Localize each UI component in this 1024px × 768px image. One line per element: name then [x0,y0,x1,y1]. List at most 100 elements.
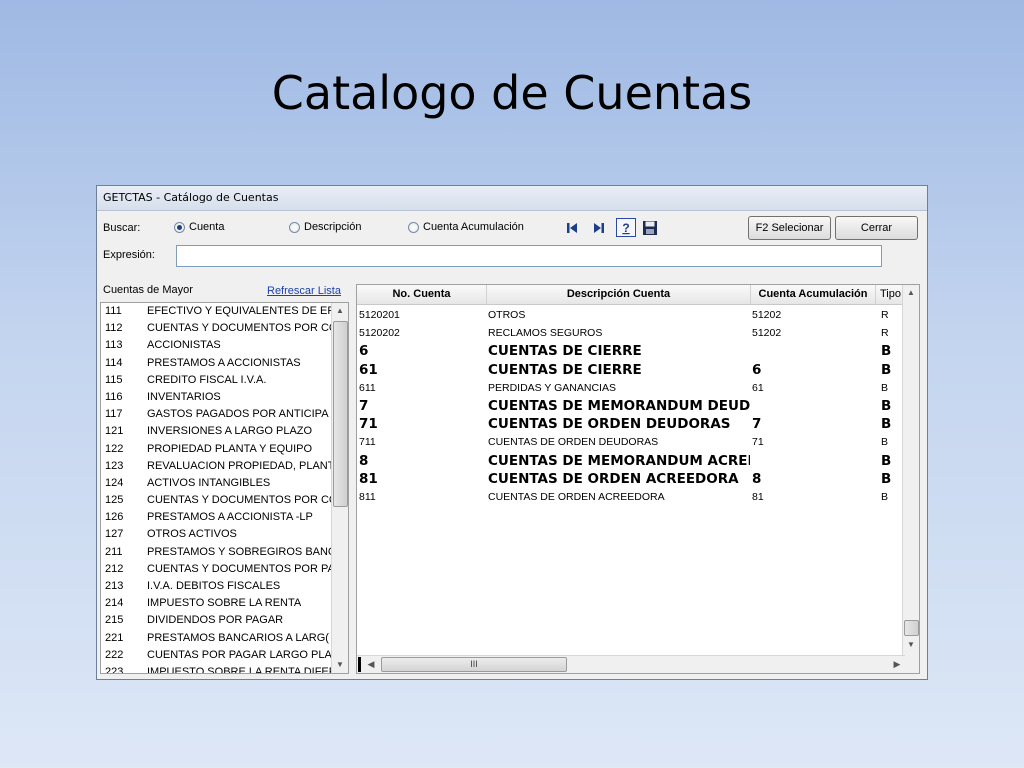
table-row[interactable]: 8 CUENTAS DE MEMORANDUM ACREEDO B [357,452,905,470]
table-row[interactable]: 71 CUENTAS DE ORDEN DEUDORAS 7 B [357,415,905,433]
first-record-icon[interactable] [564,220,580,236]
list-item-code: 123 [105,459,124,472]
list-item[interactable]: 126 PRESTAMOS A ACCIONISTA -LP [101,509,331,526]
list-item[interactable]: 214 IMPUESTO SOBRE LA RENTA [101,595,331,612]
list-item-name: PRESTAMOS Y SOBREGIROS BANC [147,545,331,558]
list-item-code: 124 [105,476,124,489]
radio-dot-icon [174,221,185,233]
list-item-name: I.V.A. DEBITOS FISCALES [147,580,281,592]
list-item-code: 114 [105,356,123,369]
radio-cuenta[interactable]: Cuenta [174,221,224,233]
col-header-cuenta[interactable]: No. Cuenta [357,285,487,304]
list-item[interactable]: 123 REVALUACION PROPIEDAD, PLANT [101,458,331,475]
scroll-down-icon[interactable]: ▼ [332,657,348,673]
table-row[interactable]: 81 CUENTAS DE ORDEN ACREEDORA 8 B [357,470,905,488]
list-item[interactable]: 114 PRESTAMOS A ACCIONISTAS [101,355,331,372]
table-row[interactable]: 5120202 RECLAMOS SEGUROS 51202 R [357,324,905,342]
cell-tipo: B [881,398,892,414]
list-scrollbar[interactable]: ▲ ▼ [331,303,348,673]
cell-cuenta: 611 [359,381,376,394]
list-item-name: CUENTAS Y DOCUMENTOS POR PA [147,562,331,575]
cell-acum: 51202 [752,309,782,321]
help-icon[interactable]: ? [616,218,636,237]
table-row[interactable]: 7 CUENTAS DE MEMORANDUM DEUDORA B [357,397,905,415]
grid-scroll-thumb[interactable] [904,620,919,636]
list-item[interactable]: 211 PRESTAMOS Y SOBREGIROS BANC [101,544,331,561]
cell-cuenta: 7 [359,398,369,414]
list-item[interactable]: 122 PROPIEDAD PLANTA Y EQUIPO [101,441,331,458]
list-item[interactable]: 115 CREDITO FISCAL I.V.A. [101,372,331,389]
list-item[interactable]: 125 CUENTAS Y DOCUMENTOS POR CC [101,492,331,509]
list-item-name: PRESTAMOS A ACCIONISTA -LP [147,511,313,524]
table-row[interactable]: 6 CUENTAS DE CIERRE B [357,342,905,360]
radio-descripcion[interactable]: Descripción [289,221,361,233]
scroll-thumb[interactable] [333,321,348,507]
table-row[interactable]: 61 CUENTAS DE CIERRE 6 B [357,361,905,379]
col-header-acumulacion[interactable]: Cuenta Acumulación [751,285,876,304]
scroll-left-icon[interactable]: ◀ [363,656,379,672]
list-item[interactable]: 113 ACCIONISTAS [101,337,331,354]
buscar-label: Buscar: [103,222,141,234]
table-row[interactable]: 5120201 OTROS 51202 R [357,306,905,324]
grid-caret [358,657,361,672]
cell-tipo: B [881,361,892,378]
accounts-grid[interactable]: No. Cuenta Descripción Cuenta Cuenta Acu… [356,284,920,674]
list-item[interactable]: 117 GASTOS PAGADOS POR ANTICIPA [101,406,331,423]
scroll-right-icon[interactable]: ▶ [889,656,905,672]
window-title: GETCTAS - Catálogo de Cuentas [97,186,927,211]
list-item[interactable]: 112 CUENTAS Y DOCUMENTOS POR CC [101,320,331,337]
col-header-tipo[interactable]: Tipo [876,285,905,304]
list-item[interactable]: 121 INVERSIONES A LARGO PLAZO [101,423,331,440]
cell-cuenta: 711 [359,436,376,449]
list-item-code: 211 [105,545,123,558]
list-item-code: 127 [105,528,124,541]
hscroll-thumb[interactable]: III [381,657,567,672]
slide-title: Catalogo de Cuentas [271,66,753,120]
cell-desc: CUENTAS DE MEMORANDUM DEUDORA [488,398,750,414]
left-panel-header: Cuentas de Mayor [103,284,193,296]
cell-desc: CUENTAS DE ORDEN ACREEDORA [488,491,665,503]
list-item[interactable]: 116 INVENTARIOS [101,389,331,406]
last-record-icon[interactable] [591,220,607,236]
table-row[interactable]: 811 CUENTAS DE ORDEN ACREEDORA 81 B [357,488,905,506]
list-item-name: OTROS ACTIVOS [147,528,237,541]
list-item-code: 223 [105,665,124,674]
expresion-input[interactable] [176,245,882,267]
list-item[interactable]: 111 EFECTIVO Y EQUIVALENTES DE EFI [101,303,331,320]
radio-cuenta-acumulacion[interactable]: Cuenta Acumulación [408,221,524,233]
cell-desc: CUENTAS DE ORDEN DEUDORAS [488,436,659,449]
list-item-name: CUENTAS POR PAGAR LARGO PLA [147,648,331,661]
grid-hscrollbar[interactable]: ◀ III ▶ [357,655,905,673]
radio-descripcion-label: Descripción [304,221,362,233]
select-button[interactable]: F2 Selecionar [748,216,831,240]
scroll-up-icon[interactable]: ▲ [332,303,348,319]
accounts-list[interactable]: 111 EFECTIVO Y EQUIVALENTES DE EFI 112 CUEN… [100,302,349,674]
refresh-list-link[interactable]: Refrescar Lista [267,285,341,297]
list-item[interactable]: 127 OTROS ACTIVOS [101,526,331,543]
list-item-name: DIVIDENDOS POR PAGAR [147,614,284,627]
grid-scrollbar[interactable]: ▲ ▼ [902,285,919,673]
list-item-code: 215 [105,614,124,627]
list-item-name: CUENTAS Y DOCUMENTOS POR CC [147,494,331,507]
list-item[interactable]: 221 PRESTAMOS BANCARIOS A LARG( [101,630,331,647]
list-item[interactable]: 222 CUENTAS POR PAGAR LARGO PLA [101,647,331,664]
list-item-name: EFECTIVO Y EQUIVALENTES DE EFI [147,305,331,317]
list-item[interactable]: 212 CUENTAS Y DOCUMENTOS POR PA [101,561,331,578]
list-item[interactable]: 215 DIVIDENDOS POR PAGAR [101,612,331,629]
list-item[interactable]: 223 IMPUESTO SOBRE LA RENTA DIFER [101,664,331,674]
table-row[interactable]: 611 PERDIDAS Y GANANCIAS 61 B [357,379,905,397]
cell-desc: CUENTAS DE CIERRE [488,361,642,378]
grid-header: No. Cuenta Descripción Cuenta Cuenta Acu… [357,285,905,305]
col-header-descripcion[interactable]: Descripción Cuenta [487,285,751,304]
grid-scroll-down-icon[interactable]: ▼ [903,637,919,653]
close-button[interactable]: Cerrar [835,216,918,240]
table-row[interactable]: 711 CUENTAS DE ORDEN DEUDORAS 71 B [357,433,905,451]
list-item-name: ACTIVOS INTANGIBLES [147,476,271,489]
list-item[interactable]: 124 ACTIVOS INTANGIBLES [101,475,331,492]
cell-acum: 51202 [752,327,782,340]
save-icon[interactable] [642,220,658,236]
grid-scroll-up-icon[interactable]: ▲ [903,285,919,301]
list-item-code: 213 [105,580,124,592]
cell-cuenta: 811 [359,491,376,503]
list-item[interactable]: 213 I.V.A. DEBITOS FISCALES [101,578,331,595]
